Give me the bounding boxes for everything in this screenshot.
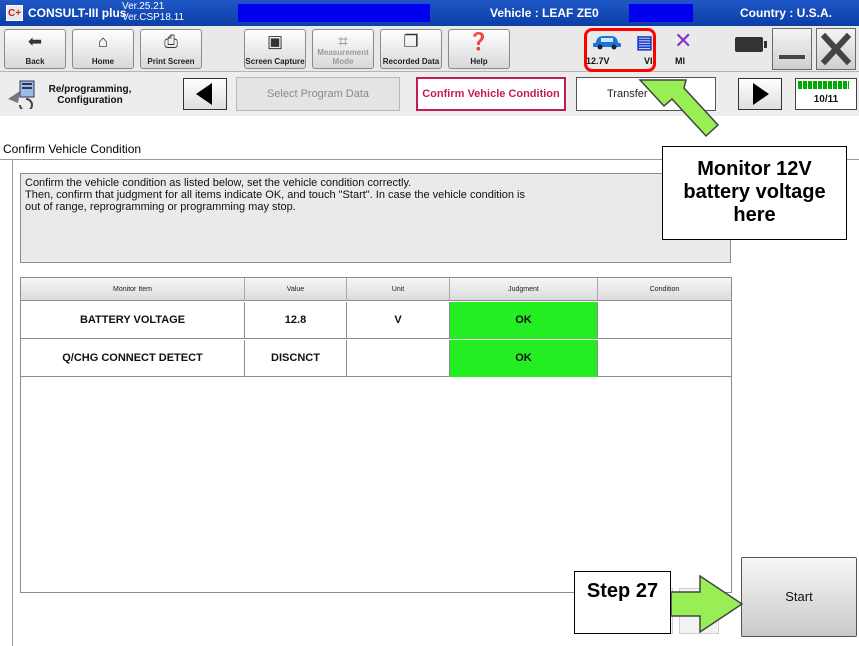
version-line-1: Ver.25.21 xyxy=(122,1,165,12)
measurement-mode-button[interactable]: ⌗ Measurement Mode xyxy=(312,29,374,69)
column-header-value: Value xyxy=(245,278,347,301)
minimize-button[interactable] xyxy=(772,28,812,70)
help-button[interactable]: ❓ Help xyxy=(448,29,510,69)
previous-step-button[interactable] xyxy=(183,78,227,110)
value-cell: DISCNCT xyxy=(245,340,347,377)
value-cell: 12.8 xyxy=(245,302,347,339)
column-header-judgment: Judgment xyxy=(450,278,598,301)
right-arrow-icon xyxy=(753,83,769,105)
recorded-data-button[interactable]: ❐ Recorded Data xyxy=(380,29,442,69)
monitor-voltage-callout: Monitor 12V battery voltage here xyxy=(662,146,847,240)
vehicle-label: Vehicle : LEAF ZE0 xyxy=(490,6,599,20)
screen-capture-button[interactable]: ▣ Screen Capture xyxy=(244,29,306,69)
home-label: Home xyxy=(91,57,115,66)
recorded-data-label: Recorded Data xyxy=(382,57,440,66)
column-header-monitor-item: Monitor Item xyxy=(21,278,245,301)
progress-fill xyxy=(798,81,849,89)
step-navigation-bar: Re/programming, Configuration Select Pro… xyxy=(0,72,859,116)
unit-cell: V xyxy=(347,302,450,339)
instruction-box: Confirm the vehicle condition as listed … xyxy=(20,173,731,263)
home-button[interactable]: ⌂ Home xyxy=(72,29,134,69)
table-header: Monitor Item Value Unit Judgment Conditi… xyxy=(21,278,731,301)
close-icon xyxy=(820,32,852,66)
column-header-unit: Unit xyxy=(347,278,450,301)
table-row: Q/CHG CONNECT DETECT DISCNCT OK xyxy=(21,340,731,377)
mi-label: MI xyxy=(675,56,685,66)
condition-cell xyxy=(598,340,731,377)
screen-capture-label: Screen Capture xyxy=(245,57,305,66)
voltage-highlight-box xyxy=(584,28,656,72)
progress-count: 10/11 xyxy=(813,94,839,105)
judgment-cell: OK xyxy=(450,302,598,339)
step-number-callout: Step 27 xyxy=(574,571,671,634)
version-info: Ver.25.21 Ver.CSP18.11 xyxy=(122,1,184,23)
monitor-table: Monitor Item Value Unit Judgment Conditi… xyxy=(20,277,732,593)
step-select-program-data: Select Program Data xyxy=(236,77,400,111)
help-label: Help xyxy=(470,57,488,66)
back-label: Back xyxy=(25,57,45,66)
condition-cell xyxy=(598,302,731,339)
unit-cell xyxy=(347,340,450,377)
back-button[interactable]: ⬅ Back xyxy=(4,29,66,69)
print-screen-button[interactable]: ⎙ Print Screen xyxy=(140,29,202,69)
camera-icon: ▣ xyxy=(266,32,284,51)
next-step-button[interactable] xyxy=(738,78,782,110)
title-bar: C+ CONSULT-III plus Ver.25.21 Ver.CSP18.… xyxy=(0,0,859,26)
reprogramming-icon xyxy=(8,80,35,109)
step-confirm-vehicle-condition: Confirm Vehicle Condition xyxy=(416,77,566,111)
toolbar: ⬅ Back ⌂ Home ⎙ Print Screen ▣ Screen Ca… xyxy=(0,26,859,72)
start-button[interactable]: Start xyxy=(741,557,857,637)
measurement-mode-label: Measurement Mode xyxy=(317,48,369,66)
printer-icon: ⎙ xyxy=(164,32,178,51)
page-down-button[interactable] xyxy=(679,588,719,634)
page-title: Confirm Vehicle Condition xyxy=(3,142,142,156)
monitor-item-cell: Q/CHG CONNECT DETECT xyxy=(21,340,245,377)
step-progress-indicator: 10/11 xyxy=(795,78,857,110)
help-icon: ❓ xyxy=(468,32,490,51)
judgment-cell: OK xyxy=(450,340,598,377)
column-header-condition: Condition xyxy=(649,286,680,293)
divider xyxy=(12,160,13,646)
back-arrow-icon: ⬅ xyxy=(27,32,43,51)
left-arrow-icon xyxy=(196,83,212,105)
mode-label: Re/programming, Configuration xyxy=(48,84,132,106)
redacted-field xyxy=(629,4,693,22)
monitor-item-cell: BATTERY VOLTAGE xyxy=(21,302,245,339)
mi-disconnected-icon: ✕ xyxy=(674,28,693,53)
print-screen-label: Print Screen xyxy=(147,57,195,66)
version-line-2: Ver.CSP18.11 xyxy=(122,12,185,23)
app-name: CONSULT-III plus xyxy=(28,6,127,20)
step-transfer: Transfer xyxy=(576,77,716,111)
home-icon: ⌂ xyxy=(97,32,109,51)
redacted-field xyxy=(238,4,430,22)
country-label: Country : U.S.A. xyxy=(740,6,832,20)
close-button[interactable] xyxy=(816,28,856,70)
table-row: BATTERY VOLTAGE 12.8 V OK xyxy=(21,302,731,339)
battery-icon xyxy=(735,37,767,52)
consult-logo-icon: C+ xyxy=(6,5,23,21)
recorded-data-icon: ❐ xyxy=(403,32,419,51)
